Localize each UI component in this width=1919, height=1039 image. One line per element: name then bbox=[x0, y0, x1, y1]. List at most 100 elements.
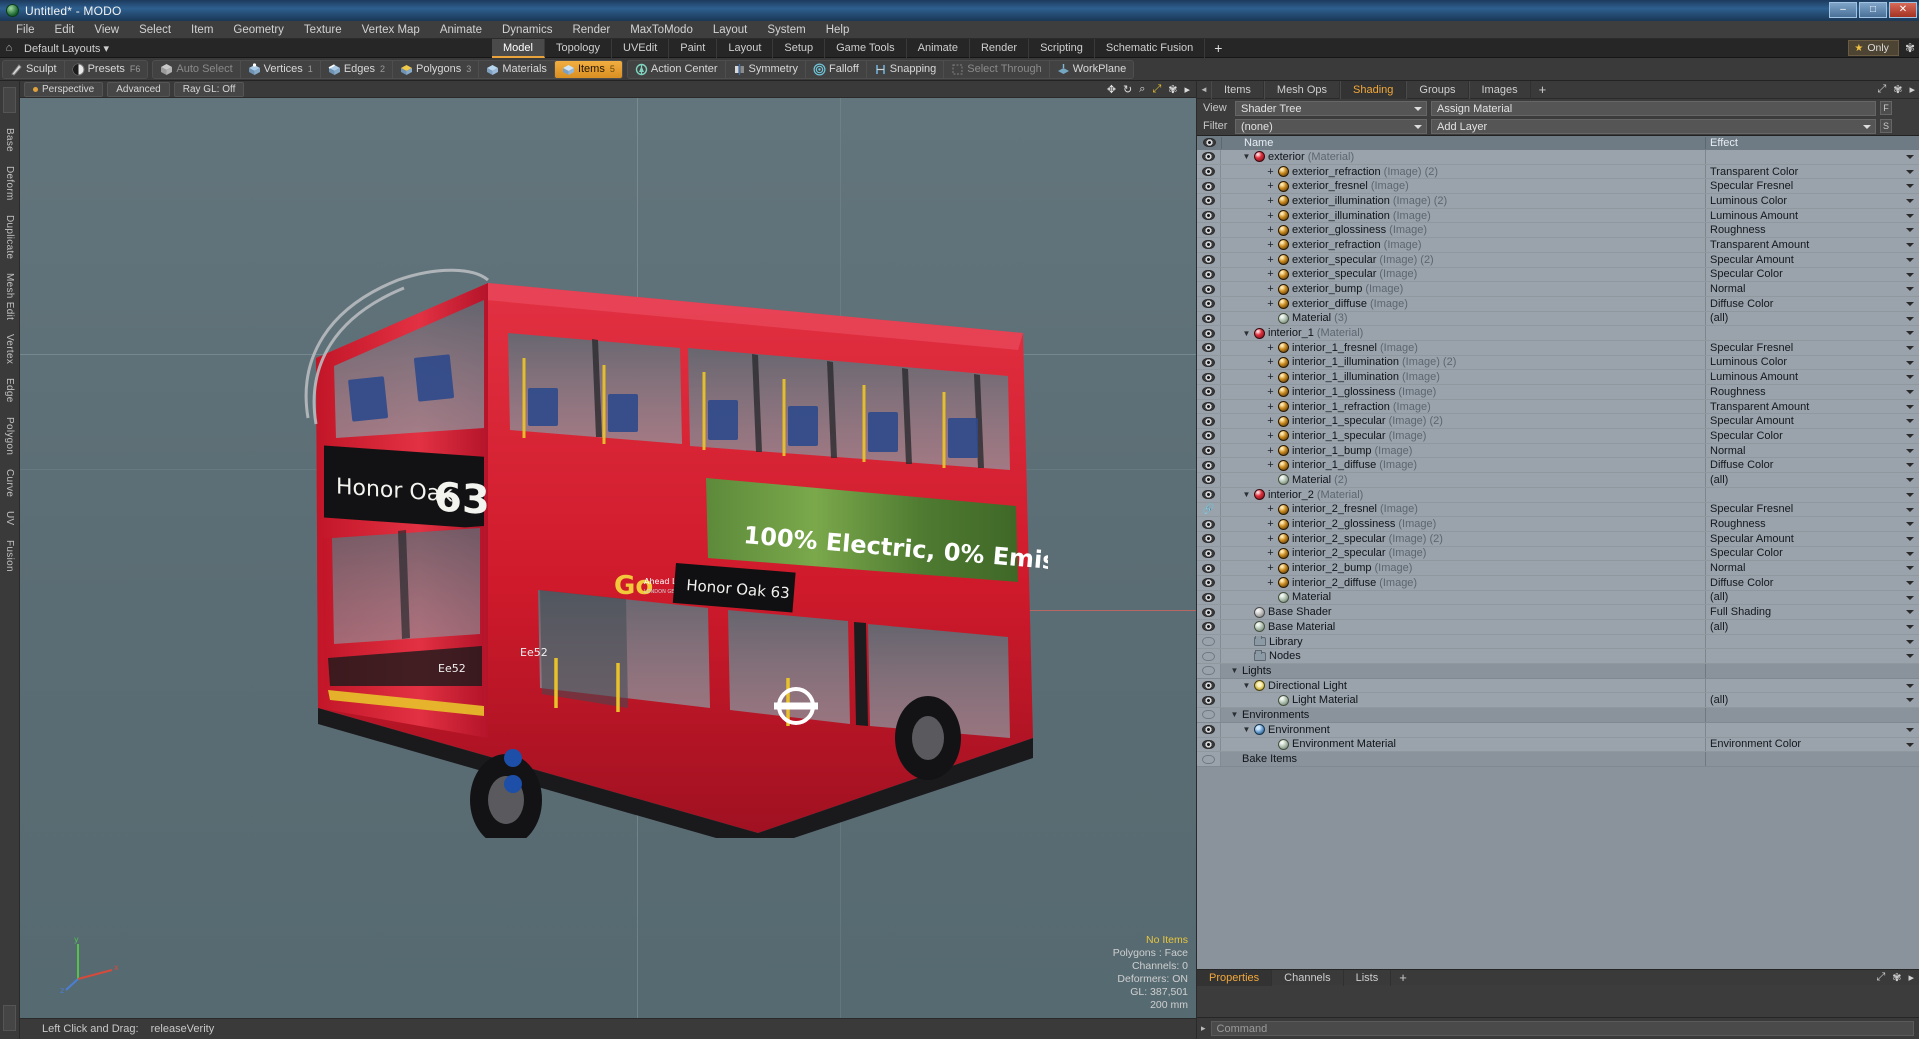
layout-tab-topology[interactable]: Topology bbox=[545, 39, 613, 58]
shader-tree-row-effect[interactable] bbox=[1705, 678, 1919, 693]
visibility-toggle[interactable] bbox=[1197, 517, 1221, 531]
shader-tree-row[interactable]: ▼ Lights bbox=[1197, 664, 1919, 679]
filter-dropdown[interactable]: (none) bbox=[1235, 118, 1427, 134]
shader-tree-row[interactable]: + exterior_specular (Image) Specular Color bbox=[1197, 267, 1919, 283]
properties-tab-lists[interactable]: Lists bbox=[1344, 969, 1392, 986]
rotate-icon[interactable]: ↻ bbox=[1123, 83, 1132, 96]
zoom-icon[interactable]: ⌕ bbox=[1139, 83, 1145, 96]
layout-tab-render[interactable]: Render bbox=[970, 39, 1030, 58]
visibility-toggle[interactable] bbox=[1197, 326, 1221, 340]
menu-item-texture[interactable]: Texture bbox=[294, 21, 352, 39]
menu-item-layout[interactable]: Layout bbox=[703, 21, 758, 39]
shader-tree-row-effect[interactable]: Full Shading bbox=[1705, 605, 1919, 619]
left-rail-tab-uv[interactable]: UV bbox=[4, 504, 15, 533]
only-toggle-button[interactable]: ★ Only bbox=[1848, 40, 1899, 56]
expander-plus-icon[interactable]: + bbox=[1266, 459, 1275, 471]
expander-icon[interactable]: ▼ bbox=[1242, 152, 1251, 161]
expander-plus-icon[interactable]: + bbox=[1266, 503, 1275, 515]
expander-plus-icon[interactable]: + bbox=[1266, 166, 1275, 178]
shader-tree-row-effect[interactable]: Transparent Color bbox=[1705, 164, 1919, 179]
visibility-toggle[interactable] bbox=[1197, 238, 1221, 252]
shader-tree-row[interactable]: + exterior_refraction (Image) (2) Transparen… bbox=[1197, 164, 1919, 180]
menu-item-view[interactable]: View bbox=[84, 21, 129, 39]
expander-plus-icon[interactable]: + bbox=[1266, 415, 1275, 427]
visibility-toggle[interactable] bbox=[1197, 194, 1221, 208]
shader-tree-row[interactable]: Base Material (all) bbox=[1197, 620, 1919, 635]
left-rail-tab-fusion[interactable]: Fusion bbox=[4, 533, 15, 579]
shader-tree-row[interactable]: + interior_1_bump (Image) Normal bbox=[1197, 443, 1919, 459]
visibility-toggle[interactable] bbox=[1197, 296, 1221, 311]
visibility-toggle[interactable] bbox=[1197, 340, 1221, 355]
left-rail-tab-deform[interactable]: Deform bbox=[4, 159, 15, 208]
expander-plus-icon[interactable]: + bbox=[1266, 386, 1275, 398]
gear-icon[interactable]: ✾ bbox=[1168, 83, 1177, 96]
expander-plus-icon[interactable]: + bbox=[1266, 180, 1275, 192]
shader-tree-row-effect[interactable]: (all) bbox=[1705, 311, 1919, 326]
menu-item-help[interactable]: Help bbox=[816, 21, 860, 39]
shader-tree-row-effect[interactable] bbox=[1705, 150, 1919, 164]
visibility-toggle[interactable] bbox=[1197, 208, 1221, 223]
shader-tree-row-effect[interactable]: Normal bbox=[1705, 282, 1919, 296]
shader-tree-row[interactable]: + interior_2_bump (Image) Normal bbox=[1197, 561, 1919, 576]
toolbar-button-auto-select[interactable]: Auto Select bbox=[153, 60, 241, 78]
shader-tree-row-effect[interactable]: Specular Fresnel bbox=[1705, 340, 1919, 355]
shader-tree-row-effect[interactable] bbox=[1705, 634, 1919, 649]
visibility-toggle[interactable] bbox=[1197, 634, 1221, 649]
shader-tree-row-effect[interactable]: Specular Amount bbox=[1705, 252, 1919, 267]
left-rail-tab-curve[interactable]: Curve bbox=[4, 462, 15, 504]
shader-tree-row[interactable]: + interior_1_specular (Image) Specular Colo… bbox=[1197, 429, 1919, 444]
layout-tab-paint[interactable]: Paint bbox=[669, 39, 718, 58]
expander-plus-icon[interactable]: + bbox=[1266, 445, 1275, 457]
expander-plus-icon[interactable]: + bbox=[1266, 283, 1275, 295]
gear-icon[interactable]: ✾ bbox=[1892, 971, 1901, 984]
fit-icon[interactable]: ⤢ bbox=[1152, 83, 1161, 96]
visibility-toggle[interactable] bbox=[1197, 678, 1221, 693]
shader-tree-row[interactable]: + interior_2_specular (Image) Specular Colo… bbox=[1197, 546, 1919, 562]
expand-icon[interactable]: ⤢ bbox=[1877, 83, 1886, 96]
expander-plus-icon[interactable]: + bbox=[1266, 371, 1275, 383]
shader-tree-row[interactable]: Bake Items bbox=[1197, 752, 1919, 767]
menu-item-render[interactable]: Render bbox=[562, 21, 620, 39]
shader-tree-row-effect[interactable]: Transparent Amount bbox=[1705, 238, 1919, 252]
shader-tree-row-effect[interactable] bbox=[1705, 722, 1919, 737]
visibility-toggle[interactable] bbox=[1197, 311, 1221, 326]
panel-collapse-icon[interactable]: ◄ bbox=[1197, 85, 1211, 94]
expander-icon[interactable]: ▼ bbox=[1242, 490, 1251, 499]
add-layer-field[interactable]: Add Layer bbox=[1431, 118, 1876, 134]
visibility-toggle[interactable] bbox=[1197, 546, 1221, 561]
chevron-right-icon[interactable]: ▸ bbox=[1908, 971, 1914, 984]
visibility-toggle[interactable] bbox=[1197, 399, 1221, 414]
expander-plus-icon[interactable]: + bbox=[1266, 430, 1275, 442]
shader-tree-row[interactable]: + interior_1_fresnel (Image) Specular Fresn… bbox=[1197, 340, 1919, 356]
layout-tab-schematic-fusion[interactable]: Schematic Fusion bbox=[1095, 39, 1206, 58]
shader-tree-row-effect[interactable]: Luminous Color bbox=[1705, 194, 1919, 208]
shading-tab-items[interactable]: Items bbox=[1211, 80, 1264, 99]
shader-tree-row[interactable]: ▼ interior_2 (Material) bbox=[1197, 487, 1919, 503]
menu-item-select[interactable]: Select bbox=[129, 21, 181, 39]
visibility-toggle[interactable] bbox=[1197, 443, 1221, 458]
shader-tree-row[interactable]: + exterior_bump (Image) Normal bbox=[1197, 282, 1919, 297]
properties-tab-channels[interactable]: Channels bbox=[1272, 969, 1344, 986]
add-layout-tab-button[interactable]: + bbox=[1205, 39, 1231, 58]
layout-tab-scripting[interactable]: Scripting bbox=[1029, 39, 1095, 58]
left-rail-tab-duplicate[interactable]: Duplicate bbox=[4, 208, 15, 266]
layout-tab-setup[interactable]: Setup bbox=[773, 39, 826, 58]
menu-item-maxtomodo[interactable]: MaxToModo bbox=[620, 21, 703, 39]
viewport-3d-canvas[interactable]: Honor Oak 63 Go Ahead London LONDON GENE… bbox=[20, 98, 1196, 1018]
shader-tree-row-effect[interactable]: Specular Fresnel bbox=[1705, 179, 1919, 194]
visibility-toggle[interactable] bbox=[1197, 693, 1221, 708]
left-rail-tab-polygon[interactable]: Polygon bbox=[4, 410, 15, 462]
left-rail-toggle[interactable] bbox=[3, 87, 16, 113]
toolbar-button-edges[interactable]: Edges 2 bbox=[321, 60, 394, 78]
shader-tree-row[interactable]: Material (3) (all) bbox=[1197, 311, 1919, 327]
toolbar-button-workplane[interactable]: WorkPlane bbox=[1050, 61, 1134, 78]
shader-tree-row-effect[interactable]: (all) bbox=[1705, 590, 1919, 605]
move-icon[interactable]: ✥ bbox=[1107, 83, 1116, 96]
shader-tree-row-effect[interactable]: (all) bbox=[1705, 693, 1919, 708]
shader-tree-row-effect[interactable]: Specular Color bbox=[1705, 267, 1919, 282]
shader-tree-row[interactable]: ▼ interior_1 (Material) bbox=[1197, 326, 1919, 341]
visibility-toggle[interactable] bbox=[1197, 150, 1221, 164]
expander-plus-icon[interactable]: + bbox=[1266, 224, 1275, 236]
visibility-toggle[interactable] bbox=[1197, 708, 1221, 722]
layout-tab-model[interactable]: Model bbox=[492, 39, 545, 58]
